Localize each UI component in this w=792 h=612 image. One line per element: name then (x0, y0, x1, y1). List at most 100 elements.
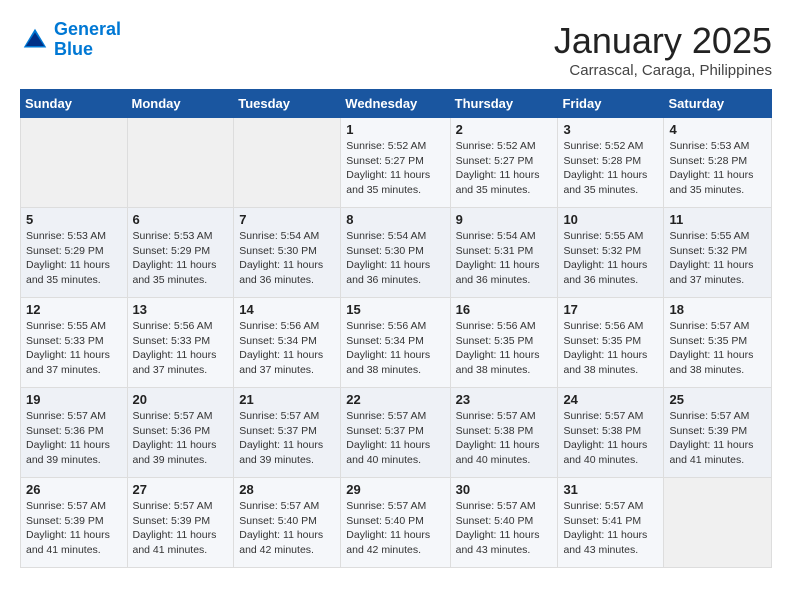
day-number: 20 (133, 392, 229, 407)
calendar-day-cell: 29Sunrise: 5:57 AM Sunset: 5:40 PM Dayli… (341, 478, 450, 568)
day-info: Sunrise: 5:56 AM Sunset: 5:34 PM Dayligh… (346, 319, 444, 378)
day-number: 27 (133, 482, 229, 497)
day-info: Sunrise: 5:52 AM Sunset: 5:28 PM Dayligh… (563, 139, 658, 198)
calendar-day-cell: 8 Sunrise: 5:54 AM Sunset: 5:30 PM Daylig… (341, 208, 450, 298)
day-number: 24 (563, 392, 658, 407)
day-info: Sunrise: 5:53 AM Sunset: 5:28 PM Dayligh… (669, 139, 766, 198)
location: Carrascal, Caraga, Philippines (554, 62, 772, 79)
day-info: Sunrise: 5:54 AM Sunset: 5:30 PM Dayligh… (346, 229, 444, 288)
day-number: 17 (563, 302, 658, 317)
day-number: 19 (26, 392, 122, 407)
calendar-day-cell: 26 Sunrise: 5:57 AM Sunset: 5:39 PM Dayli… (21, 478, 128, 568)
calendar-day-cell (21, 118, 128, 208)
logo-icon (20, 25, 50, 55)
calendar-day-cell: 30Sunrise: 5:57 AM Sunset: 5:40 PM Dayli… (450, 478, 558, 568)
weekday-header: Thursday (450, 90, 558, 118)
day-number: 12 (26, 302, 122, 317)
day-info: Sunrise: 5:54 AM Sunset: 5:31 PM Dayligh… (456, 229, 553, 288)
calendar-day-cell: 16 Sunrise: 5:56 AM Sunset: 5:35 PM Dayli… (450, 298, 558, 388)
calendar-day-cell: 12 Sunrise: 5:55 AM Sunset: 5:33 PM Dayli… (21, 298, 128, 388)
calendar-table: SundayMondayTuesdayWednesdayThursdayFrid… (20, 89, 772, 568)
day-number: 3 (563, 122, 658, 137)
calendar-week-row: 5Sunrise: 5:53 AM Sunset: 5:29 PM Daylig… (21, 208, 772, 298)
day-info: Sunrise: 5:57 AM Sunset: 5:39 PM Dayligh… (133, 499, 229, 558)
day-number: 18 (669, 302, 766, 317)
day-number: 26 (26, 482, 122, 497)
day-number: 4 (669, 122, 766, 137)
day-info: Sunrise: 5:57 AM Sunset: 5:38 PM Dayligh… (456, 409, 553, 468)
weekday-header: Friday (558, 90, 664, 118)
calendar-day-cell: 15Sunrise: 5:56 AM Sunset: 5:34 PM Dayli… (341, 298, 450, 388)
day-info: Sunrise: 5:56 AM Sunset: 5:35 PM Dayligh… (563, 319, 658, 378)
calendar-week-row: 26 Sunrise: 5:57 AM Sunset: 5:39 PM Dayli… (21, 478, 772, 568)
weekday-header: Wednesday (341, 90, 450, 118)
title-block: January 2025 Carrascal, Caraga, Philippi… (554, 20, 772, 79)
day-number: 11 (669, 212, 766, 227)
day-info: Sunrise: 5:57 AM Sunset: 5:41 PM Dayligh… (563, 499, 658, 558)
calendar-day-cell: 20 Sunrise: 5:57 AM Sunset: 5:36 PM Dayli… (127, 388, 234, 478)
calendar-day-cell: 19 Sunrise: 5:57 AM Sunset: 5:36 PM Dayli… (21, 388, 128, 478)
calendar-day-cell: 1Sunrise: 5:52 AM Sunset: 5:27 PM Daylig… (341, 118, 450, 208)
day-info: Sunrise: 5:57 AM Sunset: 5:37 PM Dayligh… (346, 409, 444, 468)
weekday-header-row: SundayMondayTuesdayWednesdayThursdayFrid… (21, 90, 772, 118)
calendar-day-cell (234, 118, 341, 208)
day-info: Sunrise: 5:56 AM Sunset: 5:35 PM Dayligh… (456, 319, 553, 378)
day-info: Sunrise: 5:57 AM Sunset: 5:40 PM Dayligh… (456, 499, 553, 558)
day-info: Sunrise: 5:57 AM Sunset: 5:36 PM Dayligh… (26, 409, 122, 468)
day-number: 28 (239, 482, 335, 497)
day-info: Sunrise: 5:57 AM Sunset: 5:35 PM Dayligh… (669, 319, 766, 378)
calendar-day-cell: 7 Sunrise: 5:54 AM Sunset: 5:30 PM Daylig… (234, 208, 341, 298)
logo: General Blue (20, 20, 121, 60)
calendar-day-cell: 2 Sunrise: 5:52 AM Sunset: 5:27 PM Daylig… (450, 118, 558, 208)
calendar-day-cell: 18 Sunrise: 5:57 AM Sunset: 5:35 PM Dayli… (664, 298, 772, 388)
day-number: 16 (456, 302, 553, 317)
day-info: Sunrise: 5:56 AM Sunset: 5:34 PM Dayligh… (239, 319, 335, 378)
calendar-day-cell: 4 Sunrise: 5:53 AM Sunset: 5:28 PM Daylig… (664, 118, 772, 208)
calendar-week-row: 12 Sunrise: 5:55 AM Sunset: 5:33 PM Dayli… (21, 298, 772, 388)
calendar-day-cell: 28Sunrise: 5:57 AM Sunset: 5:40 PM Dayli… (234, 478, 341, 568)
day-info: Sunrise: 5:55 AM Sunset: 5:33 PM Dayligh… (26, 319, 122, 378)
calendar-day-cell: 6Sunrise: 5:53 AM Sunset: 5:29 PM Daylig… (127, 208, 234, 298)
day-number: 14 (239, 302, 335, 317)
calendar-day-cell: 11Sunrise: 5:55 AM Sunset: 5:32 PM Dayli… (664, 208, 772, 298)
day-info: Sunrise: 5:57 AM Sunset: 5:39 PM Dayligh… (26, 499, 122, 558)
calendar-day-cell: 25Sunrise: 5:57 AM Sunset: 5:39 PM Dayli… (664, 388, 772, 478)
day-info: Sunrise: 5:56 AM Sunset: 5:33 PM Dayligh… (133, 319, 229, 378)
day-number: 25 (669, 392, 766, 407)
calendar-day-cell: 13 Sunrise: 5:56 AM Sunset: 5:33 PM Dayli… (127, 298, 234, 388)
calendar-day-cell: 5Sunrise: 5:53 AM Sunset: 5:29 PM Daylig… (21, 208, 128, 298)
day-info: Sunrise: 5:54 AM Sunset: 5:30 PM Dayligh… (239, 229, 335, 288)
day-number: 6 (133, 212, 229, 227)
day-number: 21 (239, 392, 335, 407)
calendar-day-cell (127, 118, 234, 208)
page-header: General Blue January 2025 Carrascal, Car… (20, 20, 772, 79)
day-info: Sunrise: 5:57 AM Sunset: 5:36 PM Dayligh… (133, 409, 229, 468)
day-number: 2 (456, 122, 553, 137)
day-number: 13 (133, 302, 229, 317)
calendar-day-cell: 14 Sunrise: 5:56 AM Sunset: 5:34 PM Dayli… (234, 298, 341, 388)
calendar-day-cell: 9Sunrise: 5:54 AM Sunset: 5:31 PM Daylig… (450, 208, 558, 298)
day-number: 1 (346, 122, 444, 137)
calendar-day-cell: 10 Sunrise: 5:55 AM Sunset: 5:32 PM Dayli… (558, 208, 664, 298)
weekday-header: Saturday (664, 90, 772, 118)
calendar-day-cell: 3 Sunrise: 5:52 AM Sunset: 5:28 PM Daylig… (558, 118, 664, 208)
calendar-day-cell: 23 Sunrise: 5:57 AM Sunset: 5:38 PM Dayli… (450, 388, 558, 478)
weekday-header: Sunday (21, 90, 128, 118)
day-info: Sunrise: 5:55 AM Sunset: 5:32 PM Dayligh… (563, 229, 658, 288)
day-info: Sunrise: 5:57 AM Sunset: 5:40 PM Dayligh… (346, 499, 444, 558)
day-number: 23 (456, 392, 553, 407)
calendar-day-cell: 17 Sunrise: 5:56 AM Sunset: 5:35 PM Dayli… (558, 298, 664, 388)
calendar-day-cell (664, 478, 772, 568)
calendar-week-row: 19 Sunrise: 5:57 AM Sunset: 5:36 PM Dayli… (21, 388, 772, 478)
day-info: Sunrise: 5:52 AM Sunset: 5:27 PM Dayligh… (456, 139, 553, 198)
day-info: Sunrise: 5:57 AM Sunset: 5:38 PM Dayligh… (563, 409, 658, 468)
weekday-header: Tuesday (234, 90, 341, 118)
day-info: Sunrise: 5:53 AM Sunset: 5:29 PM Dayligh… (26, 229, 122, 288)
day-number: 7 (239, 212, 335, 227)
day-number: 8 (346, 212, 444, 227)
calendar-day-cell: 22Sunrise: 5:57 AM Sunset: 5:37 PM Dayli… (341, 388, 450, 478)
calendar-day-cell: 31 Sunrise: 5:57 AM Sunset: 5:41 PM Dayli… (558, 478, 664, 568)
day-number: 31 (563, 482, 658, 497)
logo-text: General Blue (54, 20, 121, 60)
day-number: 10 (563, 212, 658, 227)
